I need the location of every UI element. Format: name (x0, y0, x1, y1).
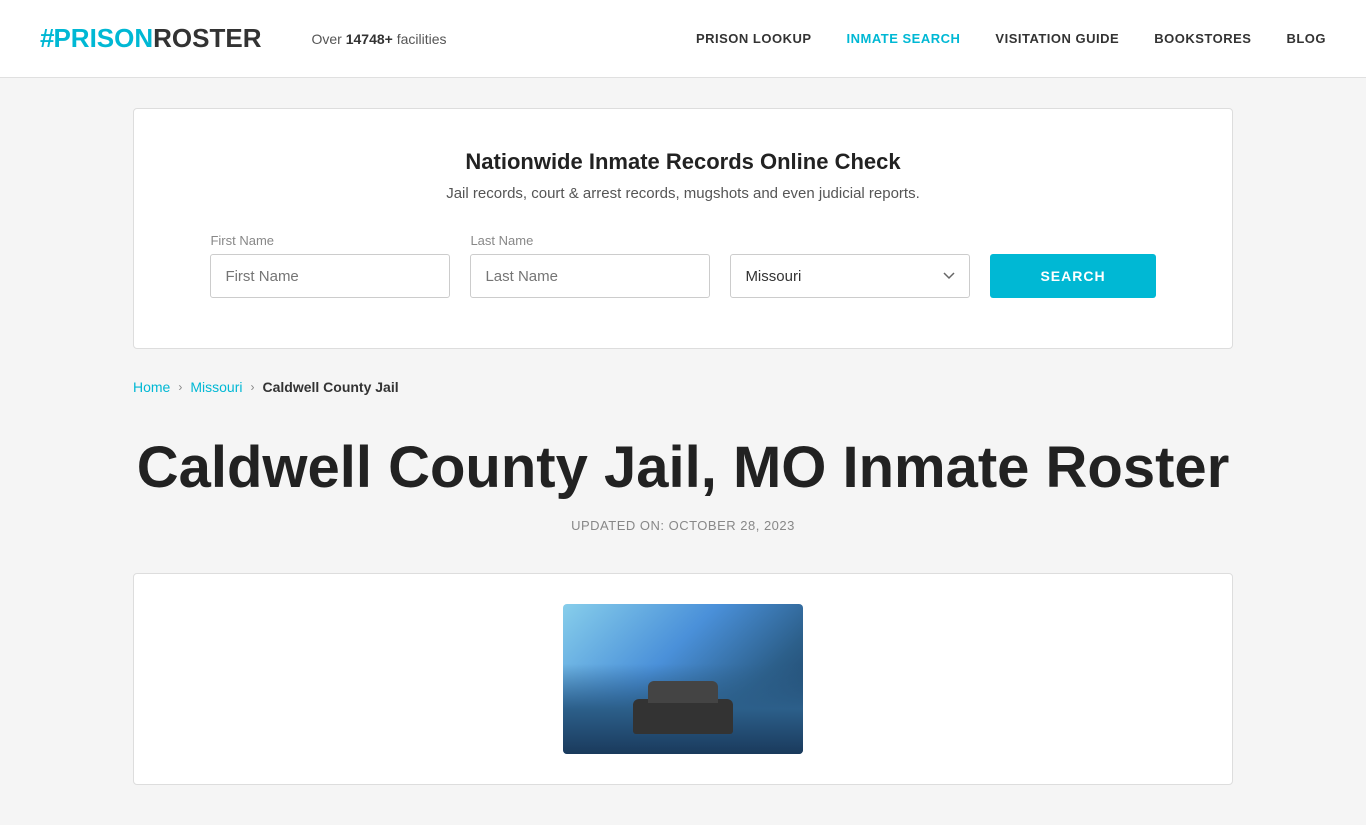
first-name-group: First Name (210, 233, 450, 298)
breadcrumb: Home › Missouri › Caldwell County Jail (133, 379, 1233, 395)
site-logo[interactable]: #PRISONROSTER (40, 23, 262, 54)
breadcrumb-state[interactable]: Missouri (190, 379, 242, 395)
breadcrumb-home[interactable]: Home (133, 379, 170, 395)
last-name-input[interactable] (470, 254, 710, 298)
car-decoration (633, 699, 733, 734)
search-card-title: Nationwide Inmate Records Online Check (194, 149, 1172, 175)
first-name-input[interactable] (210, 254, 450, 298)
search-form: First Name Last Name Missouri Alabama Al… (194, 232, 1172, 298)
search-button[interactable]: SEARCH (990, 254, 1155, 298)
nav-bookstores[interactable]: BOOKSTORES (1154, 31, 1251, 46)
site-header: #PRISONROSTER Over 14748+ facilities PRI… (0, 0, 1366, 78)
nav-prison-lookup[interactable]: PRISON LOOKUP (696, 31, 812, 46)
nav-visitation-guide[interactable]: VISITATION GUIDE (995, 31, 1119, 46)
facilities-count-text: Over 14748+ facilities (312, 31, 447, 47)
logo-prison: PRISON (53, 23, 153, 54)
breadcrumb-sep-1: › (178, 380, 182, 394)
last-name-label: Last Name (470, 233, 533, 248)
logo-roster: ROSTER (153, 23, 261, 54)
last-name-group: Last Name (470, 233, 710, 298)
main-content: Nationwide Inmate Records Online Check J… (0, 78, 1366, 825)
search-card-subtitle: Jail records, court & arrest records, mu… (194, 185, 1172, 202)
search-card: Nationwide Inmate Records Online Check J… (133, 108, 1233, 349)
main-nav: PRISON LOOKUP INMATE SEARCH VISITATION G… (696, 31, 1326, 46)
updated-date: UPDATED ON: OCTOBER 28, 2023 (133, 518, 1233, 533)
breadcrumb-sep-2: › (250, 380, 254, 394)
facility-image (563, 604, 803, 754)
image-card (133, 573, 1233, 785)
state-label (730, 233, 734, 248)
logo-hash: # (40, 23, 53, 54)
nav-blog[interactable]: BLOG (1286, 31, 1326, 46)
breadcrumb-current: Caldwell County Jail (262, 379, 398, 395)
state-select[interactable]: Missouri Alabama Alaska Arizona Arkansas… (730, 254, 970, 298)
state-group: Missouri Alabama Alaska Arizona Arkansas… (730, 233, 970, 298)
nav-inmate-search[interactable]: INMATE SEARCH (847, 31, 961, 46)
first-name-label: First Name (210, 233, 274, 248)
page-title-section: Caldwell County Jail, MO Inmate Roster U… (133, 415, 1233, 543)
page-title: Caldwell County Jail, MO Inmate Roster (133, 435, 1233, 502)
